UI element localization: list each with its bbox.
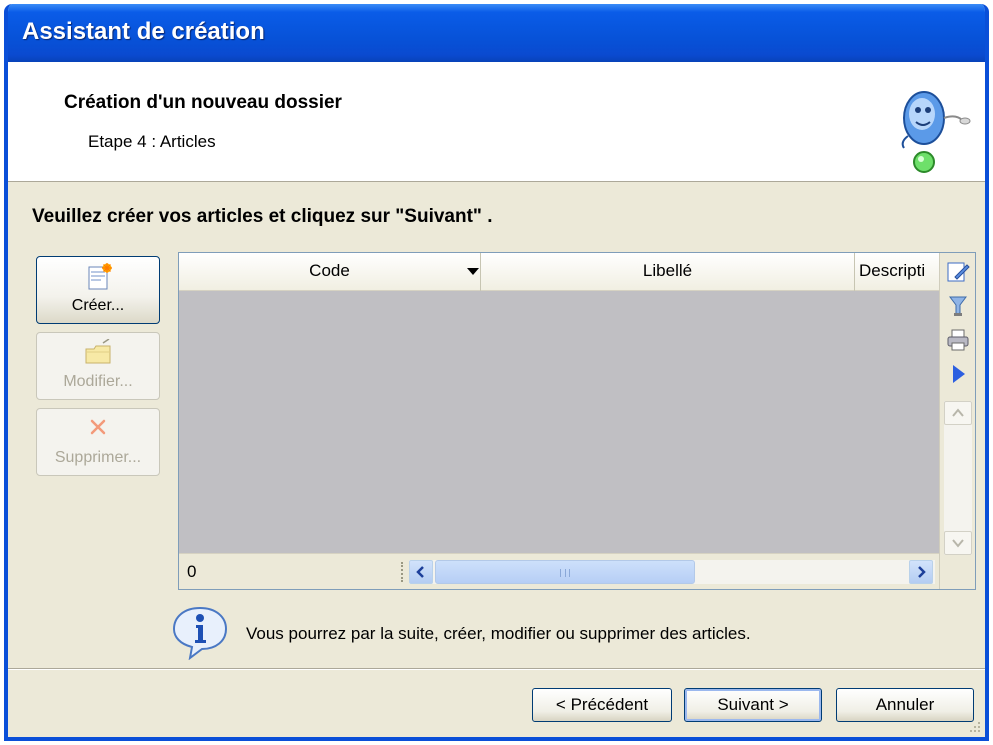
filter-icon[interactable] [945,293,971,319]
wizard-window: Assistant de création Création d'un nouv… [4,4,989,741]
window-title: Assistant de création [22,18,265,45]
title-bar[interactable]: Assistant de création [8,4,985,62]
scroll-down-button[interactable] [944,531,972,555]
column-header-description[interactable]: Descripti [855,253,939,291]
vertical-scrollbar[interactable] [944,401,972,555]
grid-footer: 0 [179,553,939,589]
previous-button[interactable]: < Précédent [532,688,672,722]
header-step: Etape 4 : Articles [88,132,216,151]
info-icon [172,606,228,660]
wizard-mascot-icon [901,91,971,173]
delete-x-icon [90,419,106,435]
edit-button[interactable]: Modifier... [36,332,160,400]
info-message: Vous pourrez par la suite, créer, modifi… [246,624,751,643]
column-header-code[interactable]: Code [179,253,481,291]
chevron-left-icon [416,566,424,578]
play-icon[interactable] [945,361,971,387]
record-count: 0 [187,562,197,581]
splitter-grip[interactable] [401,562,405,582]
horizontal-scrollbar[interactable] [409,560,935,584]
cancel-button[interactable]: Annuler [836,688,974,722]
grid-header: Code Libellé Descripti [179,253,939,291]
resize-grip-icon[interactable] [966,718,982,734]
scroll-right-button[interactable] [909,560,933,584]
horizontal-scroll-thumb[interactable] [435,560,695,584]
instruction-text: Veuillez créer vos articles et cliquez s… [32,206,493,227]
new-document-icon [88,263,112,290]
delete-button[interactable]: Supprimer... [36,408,160,476]
print-icon[interactable] [945,327,971,353]
grid-toolbar [939,253,975,589]
column-header-libelle[interactable]: Libellé [481,253,855,291]
footer-separator [8,668,985,670]
scroll-up-button[interactable] [944,401,972,425]
delete-button-label: Supprimer... [54,449,142,466]
scroll-left-button[interactable] [409,560,433,584]
grid-body-empty[interactable] [179,291,939,553]
next-button[interactable]: Suivant > [684,688,822,722]
edit-button-label: Modifier... [63,373,133,390]
wizard-header: Création d'un nouveau dossier Etape 4 : … [8,62,985,182]
folder-edit-icon [85,339,111,364]
create-button-label: Créer... [71,297,125,314]
sort-dropdown-icon[interactable] [467,268,479,275]
chevron-down-icon [952,539,964,548]
header-title: Création d'un nouveau dossier [64,92,342,113]
edit-grid-icon[interactable] [945,259,971,285]
chevron-up-icon [952,408,964,417]
create-button[interactable]: Créer... [36,256,160,324]
chevron-right-icon [918,566,926,578]
articles-grid[interactable]: Code Libellé Descripti 0 [178,252,976,590]
